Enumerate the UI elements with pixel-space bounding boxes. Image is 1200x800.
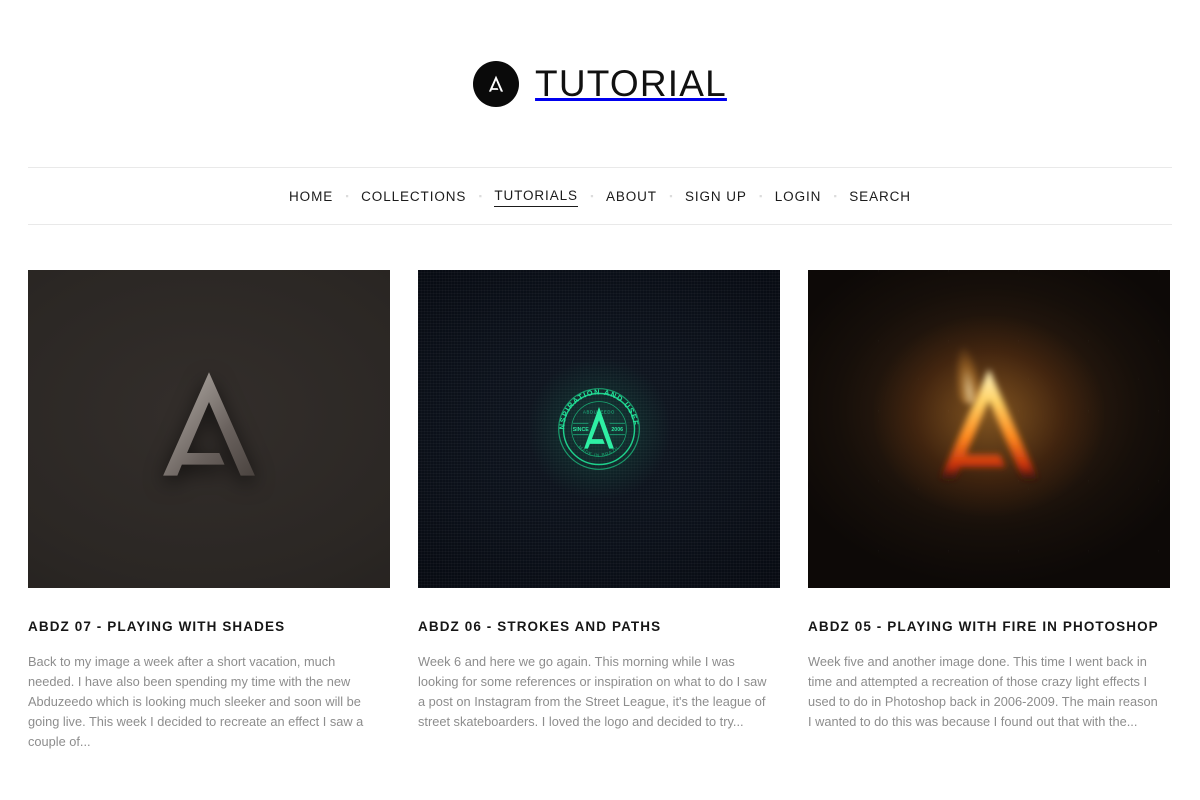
card-thumbnail-strokes[interactable]: DESIGN INSPIRATION AND USEFUL STUFF ABDU… (418, 270, 780, 588)
nav-separator-icon: ▪ (759, 190, 763, 201)
card-title[interactable]: ABDZ 07 - PLAYING WITH SHADES (28, 619, 390, 635)
green-circular-badge-icon: DESIGN INSPIRATION AND USEFUL STUFF ABDU… (548, 374, 647, 477)
burning-a-logo-icon (900, 338, 1078, 521)
nav-separator-icon: ▪ (345, 190, 349, 201)
card-thumbnail-fire[interactable] (808, 270, 1170, 588)
site-header: TUTORIAL (0, 0, 1200, 167)
nav-separator-icon: ▪ (669, 190, 673, 201)
page-root: TUTORIAL HOME ▪ COLLECTIONS ▪ TUTORIALS … (0, 0, 1200, 800)
nav-item-login[interactable]: LOGIN (775, 186, 822, 207)
card-excerpt: Back to my image a week after a short va… (28, 654, 364, 749)
nav-item-sign-up[interactable]: SIGN UP (685, 186, 747, 207)
nav-item-search[interactable]: SEARCH (849, 186, 911, 207)
tutorial-card[interactable]: ABDZ 07 - PLAYING WITH SHADES Back to my… (28, 270, 390, 764)
nav-item-home[interactable]: HOME (289, 186, 333, 207)
site-logo-link[interactable]: TUTORIAL (473, 60, 727, 107)
svg-text:SINCE: SINCE (573, 427, 590, 433)
svg-text:MADE IN BRAZIL: MADE IN BRAZIL (577, 444, 622, 458)
nav-item-about[interactable]: ABOUT (606, 186, 657, 207)
site-title: TUTORIAL (535, 63, 727, 104)
nav-item-tutorials[interactable]: TUTORIALS (494, 185, 578, 207)
nav-item-collections[interactable]: COLLECTIONS (361, 186, 466, 207)
card-excerpt: Week five and another image done. This t… (808, 654, 1158, 729)
main-navigation-bar: HOME ▪ COLLECTIONS ▪ TUTORIALS ▪ ABOUT ▪… (28, 167, 1172, 225)
card-thumbnail-shades[interactable] (28, 270, 390, 588)
card-excerpt: Week 6 and here we go again. This mornin… (418, 654, 767, 729)
tutorial-card-grid: ABDZ 07 - PLAYING WITH SHADES Back to my… (28, 225, 1172, 764)
tutorial-card[interactable]: ABDZ 05 - PLAYING WITH FIRE IN PHOTOSHOP… (808, 270, 1170, 764)
metallic-a-logo-icon (125, 343, 293, 516)
nav-separator-icon: ▪ (590, 190, 594, 201)
tutorial-card[interactable]: DESIGN INSPIRATION AND USEFUL STUFF ABDU… (418, 270, 780, 764)
svg-text:2006: 2006 (611, 427, 623, 433)
card-title[interactable]: ABDZ 06 - STROKES AND PATHS (418, 619, 780, 635)
nav-separator-icon: ▪ (478, 190, 482, 201)
main-navigation: HOME ▪ COLLECTIONS ▪ TUTORIALS ▪ ABOUT ▪… (289, 185, 911, 207)
card-title[interactable]: ABDZ 05 - PLAYING WITH FIRE IN PHOTOSHOP (808, 619, 1170, 635)
abduzeedo-a-logo-icon (473, 60, 520, 107)
nav-separator-icon: ▪ (833, 190, 837, 201)
